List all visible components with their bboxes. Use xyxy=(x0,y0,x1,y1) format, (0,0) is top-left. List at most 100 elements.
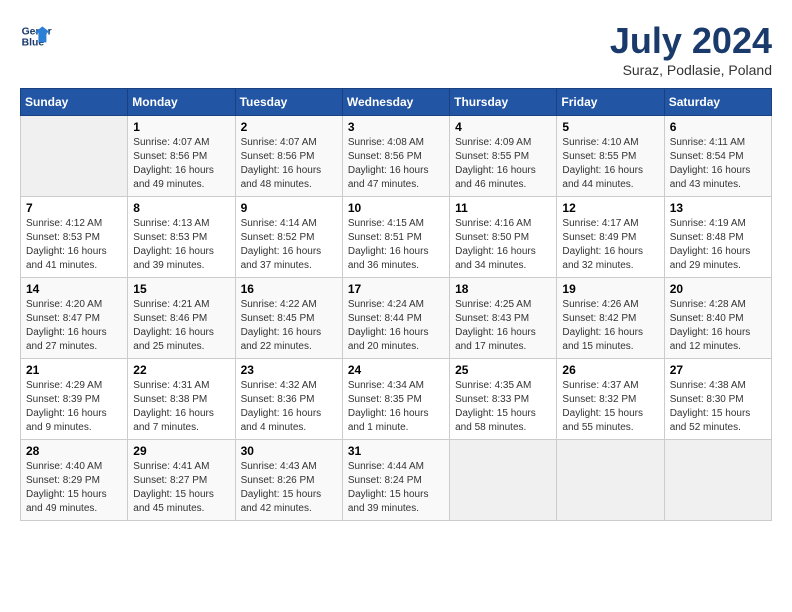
day-info: Sunrise: 4:20 AM Sunset: 8:47 PM Dayligh… xyxy=(26,298,122,354)
day-info: Sunrise: 4:14 AM Sunset: 8:52 PM Dayligh… xyxy=(241,217,337,273)
weekday-header-wednesday: Wednesday xyxy=(342,89,449,116)
day-number: 26 xyxy=(562,363,658,377)
month-title: July 2024 xyxy=(610,20,772,62)
calendar-cell: 31Sunrise: 4:44 AM Sunset: 8:24 PM Dayli… xyxy=(342,440,449,521)
day-info: Sunrise: 4:32 AM Sunset: 8:36 PM Dayligh… xyxy=(241,379,337,435)
calendar-cell: 25 Sunrise: 4:35 AM Sunset: 8:33 PM Dayli… xyxy=(450,359,557,440)
day-number: 10 xyxy=(348,201,444,215)
weekday-header-row: SundayMondayTuesdayWednesdayThursdayFrid… xyxy=(21,89,772,116)
day-number: 9 xyxy=(241,201,337,215)
calendar-week-4: 21 Sunrise: 4:29 AM Sunset: 8:39 PM Dayli… xyxy=(21,359,772,440)
calendar-cell: 5 Sunrise: 4:10 AM Sunset: 8:55 PM Daylig… xyxy=(557,116,664,197)
logo-icon: General Blue xyxy=(20,20,52,52)
calendar-cell: 6Sunrise: 4:11 AM Sunset: 8:54 PM Daylig… xyxy=(664,116,771,197)
day-info: Sunrise: 4:16 AM Sunset: 8:50 PM Dayligh… xyxy=(455,217,551,273)
day-number: 23 xyxy=(241,363,337,377)
calendar-cell: 3Sunrise: 4:08 AM Sunset: 8:56 PM Daylig… xyxy=(342,116,449,197)
day-number: 5 xyxy=(562,120,658,134)
calendar-cell: 23 Sunrise: 4:32 AM Sunset: 8:36 PM Dayli… xyxy=(235,359,342,440)
day-info: Sunrise: 4:31 AM Sunset: 8:38 PM Dayligh… xyxy=(133,379,229,435)
calendar-cell: 15 Sunrise: 4:21 AM Sunset: 8:46 PM Dayli… xyxy=(128,278,235,359)
calendar-cell: 11 Sunrise: 4:16 AM Sunset: 8:50 PM Dayli… xyxy=(450,197,557,278)
day-number: 24 xyxy=(348,363,444,377)
day-info: Sunrise: 4:26 AM Sunset: 8:42 PM Dayligh… xyxy=(562,298,658,354)
day-info: Sunrise: 4:24 AM Sunset: 8:44 PM Dayligh… xyxy=(348,298,444,354)
day-info: Sunrise: 4:08 AM Sunset: 8:56 PM Dayligh… xyxy=(348,136,444,192)
weekday-header-monday: Monday xyxy=(128,89,235,116)
day-number: 7 xyxy=(26,201,122,215)
weekday-header-saturday: Saturday xyxy=(664,89,771,116)
calendar-cell: 24 Sunrise: 4:34 AM Sunset: 8:35 PM Dayli… xyxy=(342,359,449,440)
calendar-cell: 20 Sunrise: 4:28 AM Sunset: 8:40 PM Dayli… xyxy=(664,278,771,359)
weekday-header-thursday: Thursday xyxy=(450,89,557,116)
title-area: July 2024 Suraz, Podlasie, Poland xyxy=(610,20,772,78)
calendar-table: SundayMondayTuesdayWednesdayThursdayFrid… xyxy=(20,88,772,521)
day-number: 2 xyxy=(241,120,337,134)
calendar-cell: 18 Sunrise: 4:25 AM Sunset: 8:43 PM Dayli… xyxy=(450,278,557,359)
day-number: 28 xyxy=(26,444,122,458)
day-number: 19 xyxy=(562,282,658,296)
day-info: Sunrise: 4:13 AM Sunset: 8:53 PM Dayligh… xyxy=(133,217,229,273)
day-info: Sunrise: 4:17 AM Sunset: 8:49 PM Dayligh… xyxy=(562,217,658,273)
day-info: Sunrise: 4:25 AM Sunset: 8:43 PM Dayligh… xyxy=(455,298,551,354)
calendar-cell xyxy=(21,116,128,197)
day-number: 18 xyxy=(455,282,551,296)
day-info: Sunrise: 4:43 AM Sunset: 8:26 PM Dayligh… xyxy=(241,460,337,516)
calendar-cell: 28 Sunrise: 4:40 AM Sunset: 8:29 PM Dayli… xyxy=(21,440,128,521)
calendar-cell: 29Sunrise: 4:41 AM Sunset: 8:27 PM Dayli… xyxy=(128,440,235,521)
day-info: Sunrise: 4:35 AM Sunset: 8:33 PM Dayligh… xyxy=(455,379,551,435)
calendar-cell xyxy=(450,440,557,521)
calendar-cell: 8 Sunrise: 4:13 AM Sunset: 8:53 PM Daylig… xyxy=(128,197,235,278)
calendar-cell: 27 Sunrise: 4:38 AM Sunset: 8:30 PM Dayli… xyxy=(664,359,771,440)
day-number: 16 xyxy=(241,282,337,296)
day-number: 31 xyxy=(348,444,444,458)
calendar-cell: 30 Sunrise: 4:43 AM Sunset: 8:26 PM Dayli… xyxy=(235,440,342,521)
calendar-cell: 2 Sunrise: 4:07 AM Sunset: 8:56 PM Daylig… xyxy=(235,116,342,197)
calendar-cell xyxy=(664,440,771,521)
day-info: Sunrise: 4:28 AM Sunset: 8:40 PM Dayligh… xyxy=(670,298,766,354)
day-number: 21 xyxy=(26,363,122,377)
calendar-week-1: 1 Sunrise: 4:07 AM Sunset: 8:56 PM Daylig… xyxy=(21,116,772,197)
day-info: Sunrise: 4:21 AM Sunset: 8:46 PM Dayligh… xyxy=(133,298,229,354)
calendar-week-3: 14Sunrise: 4:20 AM Sunset: 8:47 PM Dayli… xyxy=(21,278,772,359)
day-info: Sunrise: 4:22 AM Sunset: 8:45 PM Dayligh… xyxy=(241,298,337,354)
day-number: 15 xyxy=(133,282,229,296)
calendar-cell: 19 Sunrise: 4:26 AM Sunset: 8:42 PM Dayli… xyxy=(557,278,664,359)
day-number: 8 xyxy=(133,201,229,215)
day-number: 27 xyxy=(670,363,766,377)
calendar-cell xyxy=(557,440,664,521)
calendar-week-5: 28 Sunrise: 4:40 AM Sunset: 8:29 PM Dayli… xyxy=(21,440,772,521)
calendar-cell: 14Sunrise: 4:20 AM Sunset: 8:47 PM Dayli… xyxy=(21,278,128,359)
day-info: Sunrise: 4:29 AM Sunset: 8:39 PM Dayligh… xyxy=(26,379,122,435)
day-info: Sunrise: 4:09 AM Sunset: 8:55 PM Dayligh… xyxy=(455,136,551,192)
day-info: Sunrise: 4:12 AM Sunset: 8:53 PM Dayligh… xyxy=(26,217,122,273)
calendar-cell: 22Sunrise: 4:31 AM Sunset: 8:38 PM Dayli… xyxy=(128,359,235,440)
day-number: 30 xyxy=(241,444,337,458)
weekday-header-sunday: Sunday xyxy=(21,89,128,116)
calendar-cell: 21 Sunrise: 4:29 AM Sunset: 8:39 PM Dayli… xyxy=(21,359,128,440)
day-number: 13 xyxy=(670,201,766,215)
day-info: Sunrise: 4:34 AM Sunset: 8:35 PM Dayligh… xyxy=(348,379,444,435)
day-number: 20 xyxy=(670,282,766,296)
calendar-cell: 17Sunrise: 4:24 AM Sunset: 8:44 PM Dayli… xyxy=(342,278,449,359)
calendar-cell: 1Sunrise: 4:07 AM Sunset: 8:56 PM Daylig… xyxy=(128,116,235,197)
day-info: Sunrise: 4:10 AM Sunset: 8:55 PM Dayligh… xyxy=(562,136,658,192)
day-info: Sunrise: 4:38 AM Sunset: 8:30 PM Dayligh… xyxy=(670,379,766,435)
calendar-cell: 10Sunrise: 4:15 AM Sunset: 8:51 PM Dayli… xyxy=(342,197,449,278)
day-info: Sunrise: 4:19 AM Sunset: 8:48 PM Dayligh… xyxy=(670,217,766,273)
calendar-week-2: 7 Sunrise: 4:12 AM Sunset: 8:53 PM Daylig… xyxy=(21,197,772,278)
calendar-cell: 7 Sunrise: 4:12 AM Sunset: 8:53 PM Daylig… xyxy=(21,197,128,278)
day-number: 25 xyxy=(455,363,551,377)
weekday-header-tuesday: Tuesday xyxy=(235,89,342,116)
day-info: Sunrise: 4:07 AM Sunset: 8:56 PM Dayligh… xyxy=(241,136,337,192)
day-number: 4 xyxy=(455,120,551,134)
day-number: 1 xyxy=(133,120,229,134)
day-number: 11 xyxy=(455,201,551,215)
location: Suraz, Podlasie, Poland xyxy=(610,62,772,78)
calendar-cell: 12Sunrise: 4:17 AM Sunset: 8:49 PM Dayli… xyxy=(557,197,664,278)
calendar-cell: 13 Sunrise: 4:19 AM Sunset: 8:48 PM Dayli… xyxy=(664,197,771,278)
calendar-cell: 16 Sunrise: 4:22 AM Sunset: 8:45 PM Dayli… xyxy=(235,278,342,359)
day-info: Sunrise: 4:37 AM Sunset: 8:32 PM Dayligh… xyxy=(562,379,658,435)
day-info: Sunrise: 4:40 AM Sunset: 8:29 PM Dayligh… xyxy=(26,460,122,516)
day-number: 6 xyxy=(670,120,766,134)
